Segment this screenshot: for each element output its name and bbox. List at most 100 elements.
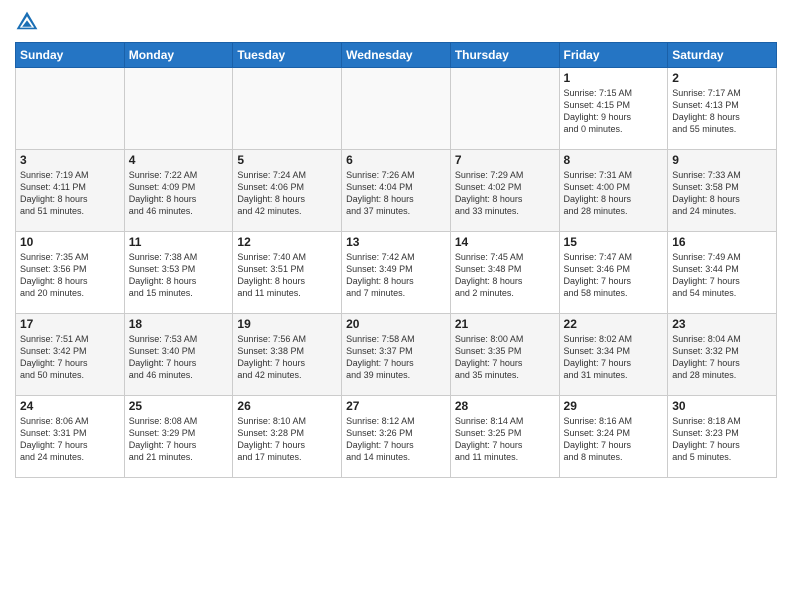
day-number: 1 [564, 71, 664, 85]
calendar-cell: 12 Sunrise: 7:40 AM Sunset: 3:51 PM Dayli… [233, 232, 342, 314]
day-number: 26 [237, 399, 337, 413]
calendar-cell: 26 Sunrise: 8:10 AM Sunset: 3:28 PM Dayli… [233, 396, 342, 478]
day-number: 22 [564, 317, 664, 331]
calendar-cell: 1 Sunrise: 7:15 AM Sunset: 4:15 PM Daylig… [559, 68, 668, 150]
calendar-cell: 11 Sunrise: 7:38 AM Sunset: 3:53 PM Dayli… [124, 232, 233, 314]
day-info: Sunrise: 7:29 AM Sunset: 4:02 PM Dayligh… [455, 169, 555, 218]
day-number: 23 [672, 317, 772, 331]
day-number: 7 [455, 153, 555, 167]
calendar-header-sunday: Sunday [16, 43, 125, 68]
day-number: 25 [129, 399, 229, 413]
day-info: Sunrise: 7:22 AM Sunset: 4:09 PM Dayligh… [129, 169, 229, 218]
day-number: 19 [237, 317, 337, 331]
day-info: Sunrise: 8:08 AM Sunset: 3:29 PM Dayligh… [129, 415, 229, 464]
day-info: Sunrise: 8:10 AM Sunset: 3:28 PM Dayligh… [237, 415, 337, 464]
calendar-header-wednesday: Wednesday [342, 43, 451, 68]
day-number: 6 [346, 153, 446, 167]
calendar-header-saturday: Saturday [668, 43, 777, 68]
calendar-cell [16, 68, 125, 150]
day-number: 18 [129, 317, 229, 331]
calendar-cell [124, 68, 233, 150]
day-number: 14 [455, 235, 555, 249]
calendar-cell: 20 Sunrise: 7:58 AM Sunset: 3:37 PM Dayli… [342, 314, 451, 396]
calendar-cell: 14 Sunrise: 7:45 AM Sunset: 3:48 PM Dayli… [450, 232, 559, 314]
day-info: Sunrise: 8:06 AM Sunset: 3:31 PM Dayligh… [20, 415, 120, 464]
calendar-cell: 6 Sunrise: 7:26 AM Sunset: 4:04 PM Daylig… [342, 150, 451, 232]
calendar-header-tuesday: Tuesday [233, 43, 342, 68]
day-number: 27 [346, 399, 446, 413]
day-number: 11 [129, 235, 229, 249]
day-info: Sunrise: 7:56 AM Sunset: 3:38 PM Dayligh… [237, 333, 337, 382]
day-info: Sunrise: 7:40 AM Sunset: 3:51 PM Dayligh… [237, 251, 337, 300]
day-info: Sunrise: 8:16 AM Sunset: 3:24 PM Dayligh… [564, 415, 664, 464]
calendar-header-friday: Friday [559, 43, 668, 68]
day-number: 15 [564, 235, 664, 249]
day-info: Sunrise: 7:26 AM Sunset: 4:04 PM Dayligh… [346, 169, 446, 218]
day-number: 10 [20, 235, 120, 249]
day-info: Sunrise: 7:51 AM Sunset: 3:42 PM Dayligh… [20, 333, 120, 382]
calendar-cell: 18 Sunrise: 7:53 AM Sunset: 3:40 PM Dayli… [124, 314, 233, 396]
calendar-cell: 10 Sunrise: 7:35 AM Sunset: 3:56 PM Dayli… [16, 232, 125, 314]
day-number: 21 [455, 317, 555, 331]
calendar-cell: 16 Sunrise: 7:49 AM Sunset: 3:44 PM Dayli… [668, 232, 777, 314]
day-info: Sunrise: 7:17 AM Sunset: 4:13 PM Dayligh… [672, 87, 772, 136]
day-info: Sunrise: 7:49 AM Sunset: 3:44 PM Dayligh… [672, 251, 772, 300]
logo [15, 10, 43, 34]
calendar-cell: 13 Sunrise: 7:42 AM Sunset: 3:49 PM Dayli… [342, 232, 451, 314]
day-number: 3 [20, 153, 120, 167]
day-number: 29 [564, 399, 664, 413]
day-info: Sunrise: 7:35 AM Sunset: 3:56 PM Dayligh… [20, 251, 120, 300]
day-info: Sunrise: 7:42 AM Sunset: 3:49 PM Dayligh… [346, 251, 446, 300]
day-info: Sunrise: 8:18 AM Sunset: 3:23 PM Dayligh… [672, 415, 772, 464]
calendar-cell: 3 Sunrise: 7:19 AM Sunset: 4:11 PM Daylig… [16, 150, 125, 232]
calendar-cell [233, 68, 342, 150]
day-number: 5 [237, 153, 337, 167]
calendar-cell: 4 Sunrise: 7:22 AM Sunset: 4:09 PM Daylig… [124, 150, 233, 232]
calendar-week-row: 10 Sunrise: 7:35 AM Sunset: 3:56 PM Dayli… [16, 232, 777, 314]
page-header [15, 10, 777, 34]
calendar-cell: 2 Sunrise: 7:17 AM Sunset: 4:13 PM Daylig… [668, 68, 777, 150]
calendar-cell: 23 Sunrise: 8:04 AM Sunset: 3:32 PM Dayli… [668, 314, 777, 396]
calendar-cell: 7 Sunrise: 7:29 AM Sunset: 4:02 PM Daylig… [450, 150, 559, 232]
calendar-cell: 5 Sunrise: 7:24 AM Sunset: 4:06 PM Daylig… [233, 150, 342, 232]
day-info: Sunrise: 7:53 AM Sunset: 3:40 PM Dayligh… [129, 333, 229, 382]
day-number: 30 [672, 399, 772, 413]
day-number: 12 [237, 235, 337, 249]
calendar-week-row: 24 Sunrise: 8:06 AM Sunset: 3:31 PM Dayli… [16, 396, 777, 478]
calendar-cell: 28 Sunrise: 8:14 AM Sunset: 3:25 PM Dayli… [450, 396, 559, 478]
day-number: 24 [20, 399, 120, 413]
day-info: Sunrise: 8:04 AM Sunset: 3:32 PM Dayligh… [672, 333, 772, 382]
calendar-cell [450, 68, 559, 150]
day-number: 2 [672, 71, 772, 85]
day-number: 4 [129, 153, 229, 167]
calendar-cell: 9Sunrise: 7:33 AM Sunset: 3:58 PM Daylig… [668, 150, 777, 232]
day-number: 13 [346, 235, 446, 249]
calendar-cell [342, 68, 451, 150]
day-info: Sunrise: 7:38 AM Sunset: 3:53 PM Dayligh… [129, 251, 229, 300]
day-number: 8 [564, 153, 664, 167]
day-number: 20 [346, 317, 446, 331]
day-info: Sunrise: 7:24 AM Sunset: 4:06 PM Dayligh… [237, 169, 337, 218]
day-info: Sunrise: 7:31 AM Sunset: 4:00 PM Dayligh… [564, 169, 664, 218]
day-info: Sunrise: 7:45 AM Sunset: 3:48 PM Dayligh… [455, 251, 555, 300]
day-info: Sunrise: 7:15 AM Sunset: 4:15 PM Dayligh… [564, 87, 664, 136]
calendar-cell: 19 Sunrise: 7:56 AM Sunset: 3:38 PM Dayli… [233, 314, 342, 396]
calendar-cell: 21Sunrise: 8:00 AM Sunset: 3:35 PM Dayli… [450, 314, 559, 396]
calendar-header-row: SundayMondayTuesdayWednesdayThursdayFrid… [16, 43, 777, 68]
logo-icon [15, 10, 39, 34]
calendar-cell: 8 Sunrise: 7:31 AM Sunset: 4:00 PM Daylig… [559, 150, 668, 232]
day-info: Sunrise: 7:58 AM Sunset: 3:37 PM Dayligh… [346, 333, 446, 382]
calendar-header-thursday: Thursday [450, 43, 559, 68]
day-number: 17 [20, 317, 120, 331]
calendar-header-monday: Monday [124, 43, 233, 68]
calendar-page: SundayMondayTuesdayWednesdayThursdayFrid… [0, 0, 792, 612]
day-info: Sunrise: 8:02 AM Sunset: 3:34 PM Dayligh… [564, 333, 664, 382]
day-info: Sunrise: 8:14 AM Sunset: 3:25 PM Dayligh… [455, 415, 555, 464]
day-number: 16 [672, 235, 772, 249]
day-info: Sunrise: 7:33 AM Sunset: 3:58 PM Dayligh… [672, 169, 772, 218]
calendar-cell: 25 Sunrise: 8:08 AM Sunset: 3:29 PM Dayli… [124, 396, 233, 478]
calendar-cell: 15Sunrise: 7:47 AM Sunset: 3:46 PM Dayli… [559, 232, 668, 314]
day-number: 28 [455, 399, 555, 413]
calendar-week-row: 17 Sunrise: 7:51 AM Sunset: 3:42 PM Dayli… [16, 314, 777, 396]
day-info: Sunrise: 7:19 AM Sunset: 4:11 PM Dayligh… [20, 169, 120, 218]
